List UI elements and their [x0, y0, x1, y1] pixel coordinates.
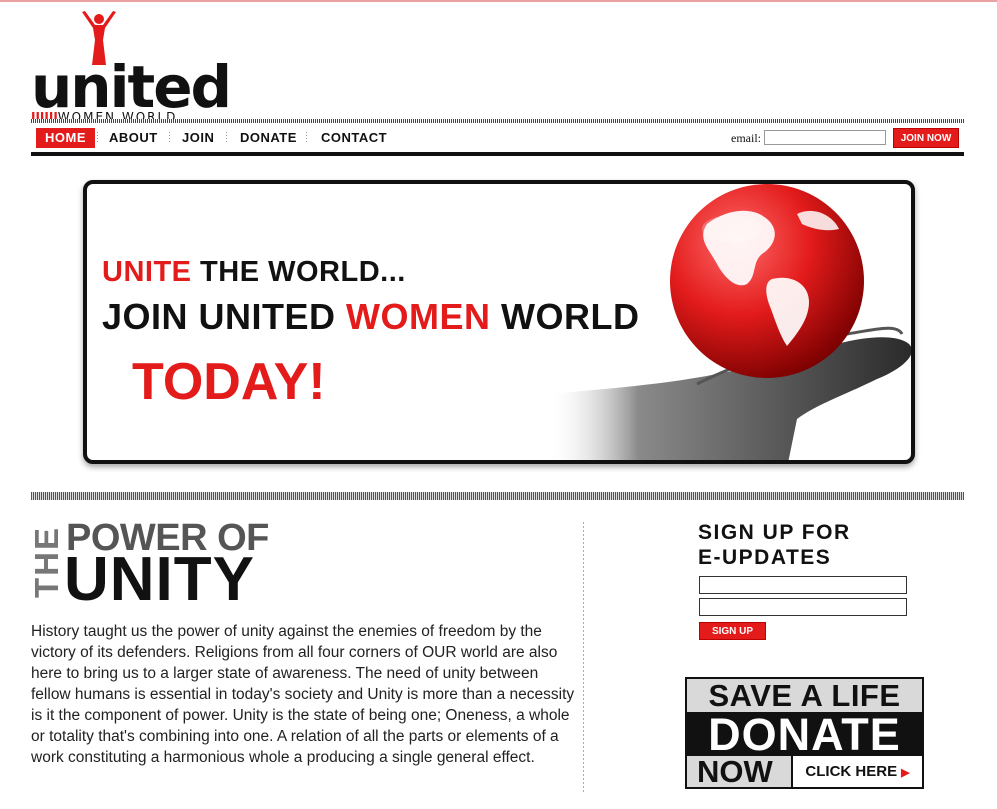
donate-click-here-button[interactable]: CLICK HERE ▶ [791, 756, 922, 787]
eupdates-field-2[interactable] [699, 598, 907, 616]
heading-the: THE [28, 523, 65, 601]
column-divider [583, 522, 584, 792]
banner-line-1: UNITE THE WORLD... [102, 256, 406, 289]
eupdates-title-line-1: SIGN UP FOR [698, 521, 851, 544]
nav-top-rule [31, 119, 964, 123]
section-divider [31, 492, 964, 500]
signup-button[interactable]: SIGN UP [699, 622, 766, 640]
nav-bottom-rule [31, 152, 964, 156]
nav-contact[interactable]: CONTACT [321, 128, 387, 148]
nav-donate[interactable]: DONATE [240, 128, 297, 148]
nav-separator [97, 132, 98, 144]
donate-click-here-label: CLICK HERE [805, 763, 898, 780]
nav-join[interactable]: JOIN [182, 128, 214, 148]
eupdates-title: SIGN UP FOR E-UPDATES [698, 520, 851, 570]
donate-heading: DONATE [687, 712, 922, 757]
nav-separator [306, 132, 307, 144]
globe-in-hands-icon [547, 184, 911, 460]
nav-separator [169, 132, 170, 144]
banner-join-united: JOIN UNITED [102, 296, 347, 337]
hero-banner[interactable]: UNITE THE WORLD... JOIN UNITED WOMEN WOR… [83, 180, 915, 464]
banner-women: WOMEN [346, 296, 491, 337]
banner-today: TODAY! [132, 353, 326, 411]
site-logo[interactable]: united IIIIIIWOMEN WORLD [31, 10, 232, 124]
donate-now: NOW [687, 756, 791, 788]
top-accent-line [0, 0, 997, 2]
email-label: email: [731, 131, 761, 145]
email-input[interactable] [764, 130, 886, 145]
nav-about[interactable]: ABOUT [109, 128, 158, 148]
banner-unite: UNITE [102, 256, 192, 288]
banner-the-world: THE WORLD... [191, 256, 406, 288]
logo-wordmark: united [31, 53, 232, 121]
nav-home[interactable]: HOME [36, 128, 95, 148]
heading-the-text: THE [28, 526, 65, 598]
heading-unity: UNITY [64, 545, 255, 614]
arrow-right-icon: ▶ [901, 767, 910, 779]
donate-banner[interactable]: SAVE A LIFE DONATE NOW CLICK HERE ▶ [685, 677, 924, 789]
eupdates-field-1[interactable] [699, 576, 907, 594]
eupdates-title-line-2: E-UPDATES [698, 546, 832, 569]
donate-save-a-life: SAVE A LIFE [687, 679, 922, 713]
nav-separator [226, 132, 227, 144]
article-body: History taught us the power of unity aga… [31, 623, 575, 766]
join-now-button[interactable]: JOIN NOW [893, 128, 959, 148]
